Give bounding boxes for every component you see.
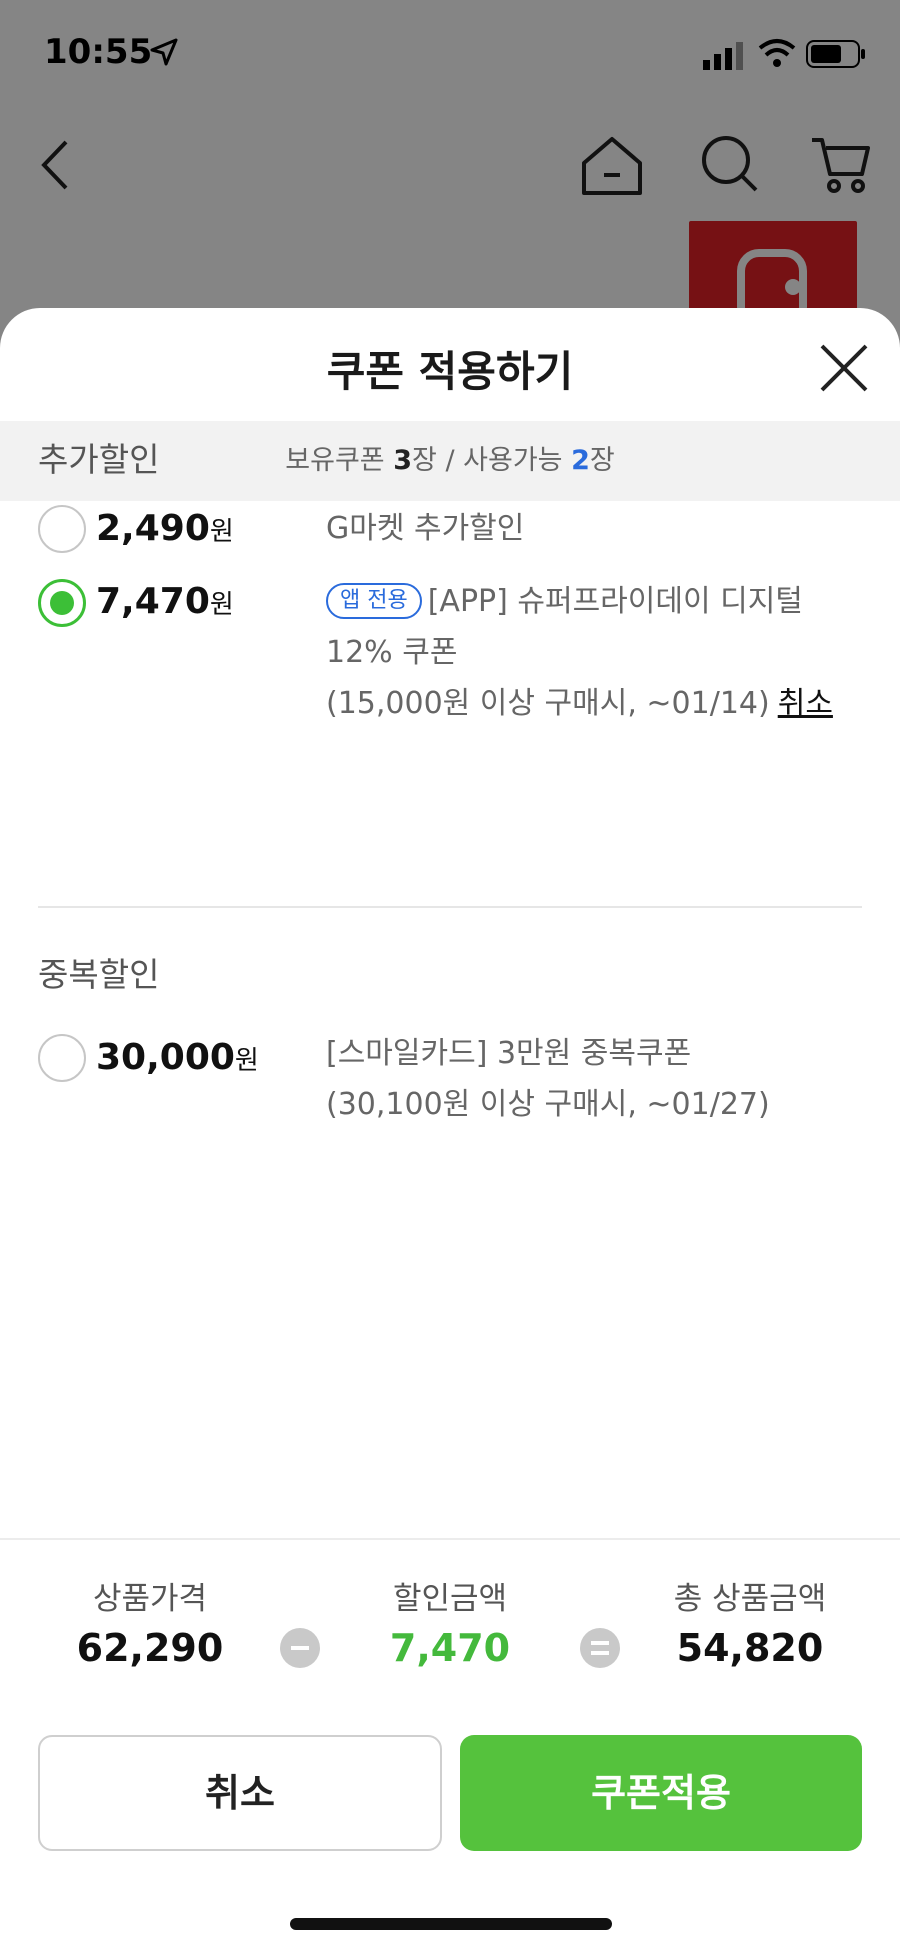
coupon-cancel-link[interactable]: 취소 <box>778 686 833 721</box>
totals-divider <box>0 1538 900 1540</box>
coupon-amount: 2,490원 <box>96 508 234 549</box>
total-block: 총 상품금액 54,820 <box>600 1573 900 1670</box>
coupon-amount-value: 2,490 <box>96 508 210 549</box>
coupon-radio[interactable] <box>38 505 86 553</box>
coupon-amount-unit: 원 <box>209 517 234 547</box>
total-label: 총 상품금액 <box>673 1581 827 1617</box>
coupon-amount-unit: 원 <box>209 590 234 620</box>
coupon-radio[interactable] <box>38 1034 86 1082</box>
sheet-title: 쿠폰 적용하기 <box>326 347 574 396</box>
coupon-condition: (15,000원 이상 구매시, ~01/14) <box>326 686 770 721</box>
coupon-amount: 30,000원 <box>96 1037 259 1078</box>
coupon-condition: (30,100원 이상 구매시, ~01/27) <box>326 1087 770 1122</box>
discount-block: 할인금액 7,470 <box>300 1573 600 1670</box>
coupon-amount: 7,470원 <box>96 581 234 622</box>
usable-unit: 장 <box>589 445 615 476</box>
discount-value: 7,470 <box>389 1626 511 1670</box>
held-count: 3 <box>393 445 413 476</box>
coupon-sheet: 쿠폰 적용하기 보유쿠폰 3장 / 사용가능 2장 추가할인 2,490원 G마… <box>0 308 900 1949</box>
held-unit: 장 / 사용가능 <box>412 445 572 476</box>
section-heading-extra-discount: 추가할인 <box>38 440 160 479</box>
usable-count: 2 <box>571 445 590 476</box>
discount-label: 할인금액 <box>392 1581 508 1617</box>
cancel-button[interactable]: 취소 <box>38 1735 442 1851</box>
coupon-amount-value: 7,470 <box>96 581 210 622</box>
held-label: 보유쿠폰 <box>285 445 394 476</box>
apply-coupon-button[interactable]: 쿠폰적용 <box>460 1735 862 1851</box>
product-price-label: 상품가격 <box>92 1581 208 1617</box>
coupon-name: [스마일카드] 3만원 중복쿠폰 <box>326 1036 692 1071</box>
coupon-description: G마켓 추가할인 <box>326 511 525 546</box>
coupon-radio-selected[interactable] <box>38 579 86 627</box>
coupon-description: [스마일카드] 3만원 중복쿠폰 (30,100원 이상 구매시, ~01/27… <box>326 1028 866 1130</box>
coupon-amount-value: 30,000 <box>96 1037 235 1078</box>
product-price-value: 62,290 <box>76 1626 224 1670</box>
section-heading-stack-discount: 중복할인 <box>38 955 160 994</box>
product-price-block: 상품가격 62,290 <box>0 1573 300 1670</box>
app-only-badge: 앱 전용 <box>326 583 422 619</box>
coupon-description: 앱 전용 [APP] 슈퍼프라이데이 디지털 12% 쿠폰 (15,000원 이상… <box>326 576 866 729</box>
coupon-amount-unit: 원 <box>234 1046 259 1076</box>
close-icon[interactable] <box>816 340 872 396</box>
total-value: 54,820 <box>676 1626 824 1670</box>
section-divider <box>38 906 862 908</box>
home-indicator <box>290 1918 612 1930</box>
